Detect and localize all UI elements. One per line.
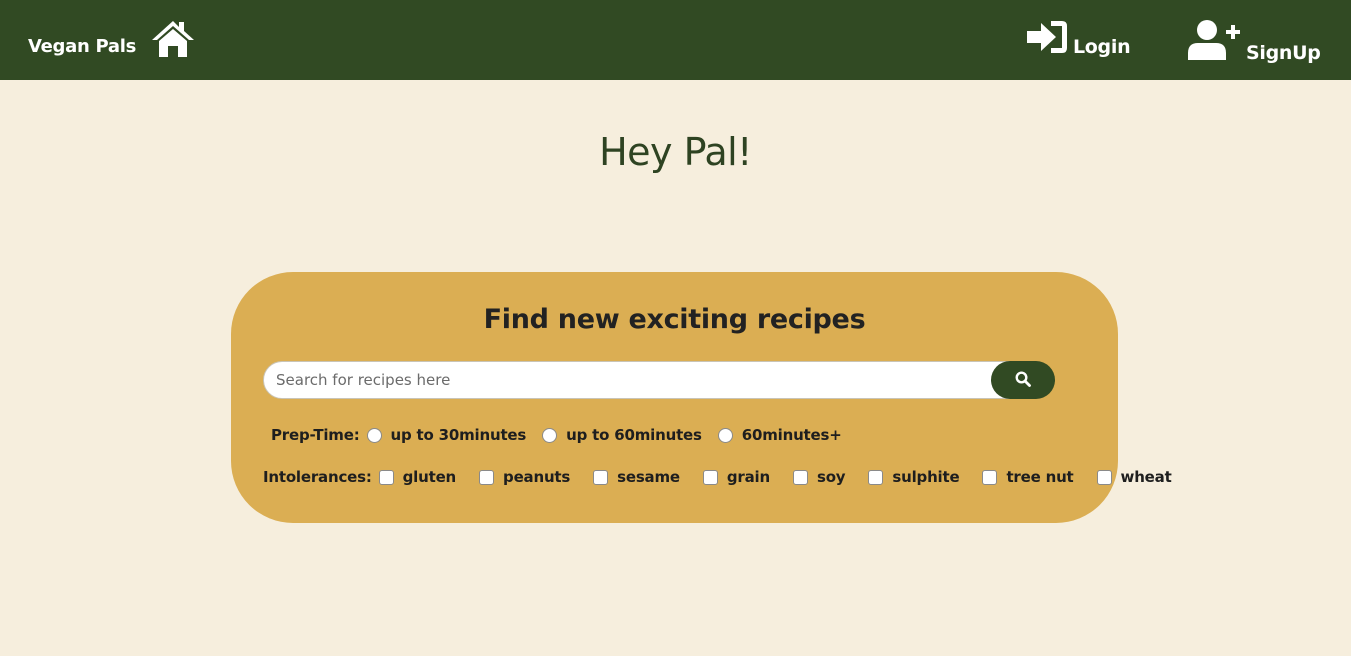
prep-time-radio-30[interactable] bbox=[366, 427, 382, 443]
login-label: Login bbox=[1073, 36, 1131, 58]
signup-label: SignUp bbox=[1246, 42, 1321, 64]
intolerance-checkbox-gluten[interactable] bbox=[378, 469, 394, 485]
prep-time-option[interactable]: 60minutes+ bbox=[717, 426, 842, 444]
user-plus-icon bbox=[1188, 20, 1242, 65]
prep-time-label: Prep-Time: bbox=[271, 426, 360, 444]
navbar: Vegan Pals Login SignUp bbox=[0, 0, 1351, 80]
intolerance-option-label: grain bbox=[726, 468, 770, 486]
intolerance-option[interactable]: sesame bbox=[593, 468, 680, 486]
search-card: Find new exciting recipes Prep-Time: up … bbox=[231, 272, 1172, 523]
prep-time-option-label: up to 30minutes bbox=[390, 426, 527, 444]
sign-in-icon bbox=[1027, 20, 1069, 59]
intolerance-option[interactable]: sulphite bbox=[868, 468, 960, 486]
intolerance-option[interactable]: gluten bbox=[378, 468, 457, 486]
intolerance-option[interactable]: tree nut bbox=[982, 468, 1074, 486]
brand-name[interactable]: Vegan Pals bbox=[28, 36, 136, 57]
intolerance-checkbox-tree-nut[interactable] bbox=[982, 469, 998, 485]
intolerance-option[interactable]: soy bbox=[792, 468, 846, 486]
intolerance-option[interactable]: grain bbox=[702, 468, 770, 486]
intolerance-checkbox-sesame[interactable] bbox=[593, 469, 609, 485]
intolerance-option-label: sulphite bbox=[892, 468, 960, 486]
search-button[interactable] bbox=[991, 361, 1055, 399]
prep-time-row: Prep-Time: up to 30minutes up to 60minut… bbox=[271, 426, 858, 444]
prep-time-radio-60plus[interactable] bbox=[717, 427, 733, 443]
login-link[interactable]: Login bbox=[1027, 20, 1131, 59]
intolerance-checkbox-peanuts[interactable] bbox=[479, 469, 495, 485]
home-icon[interactable] bbox=[150, 19, 196, 63]
search-icon bbox=[1015, 370, 1031, 390]
intolerance-option-label: peanuts bbox=[503, 468, 571, 486]
search-input[interactable] bbox=[263, 361, 1033, 399]
intolerance-option-label: tree nut bbox=[1006, 468, 1074, 486]
intolerances-row: Intolerances: gluten peanuts sesame grai… bbox=[263, 468, 1195, 486]
intolerance-option-label: wheat bbox=[1120, 468, 1172, 486]
prep-time-radio-60[interactable] bbox=[542, 427, 558, 443]
signup-link[interactable]: SignUp bbox=[1188, 20, 1321, 65]
page-title: Hey Pal! bbox=[599, 130, 752, 174]
intolerances-label: Intolerances: bbox=[263, 468, 372, 486]
prep-time-option[interactable]: up to 30minutes bbox=[366, 426, 527, 444]
intolerance-checkbox-wheat[interactable] bbox=[1096, 469, 1112, 485]
prep-time-option-label: 60minutes+ bbox=[741, 426, 842, 444]
search-card-title: Find new exciting recipes bbox=[483, 304, 866, 335]
intolerance-checkbox-sulphite[interactable] bbox=[868, 469, 884, 485]
intolerance-option-label: sesame bbox=[617, 468, 680, 486]
intolerance-option-label: gluten bbox=[402, 468, 457, 486]
intolerance-option[interactable]: peanuts bbox=[479, 468, 570, 486]
intolerance-checkbox-grain[interactable] bbox=[702, 469, 718, 485]
prep-time-option[interactable]: up to 60minutes bbox=[542, 426, 702, 444]
intolerance-checkbox-soy[interactable] bbox=[792, 469, 808, 485]
prep-time-option-label: up to 60minutes bbox=[566, 426, 702, 444]
intolerance-option[interactable]: wheat bbox=[1096, 468, 1172, 486]
intolerance-option-label: soy bbox=[816, 468, 846, 486]
